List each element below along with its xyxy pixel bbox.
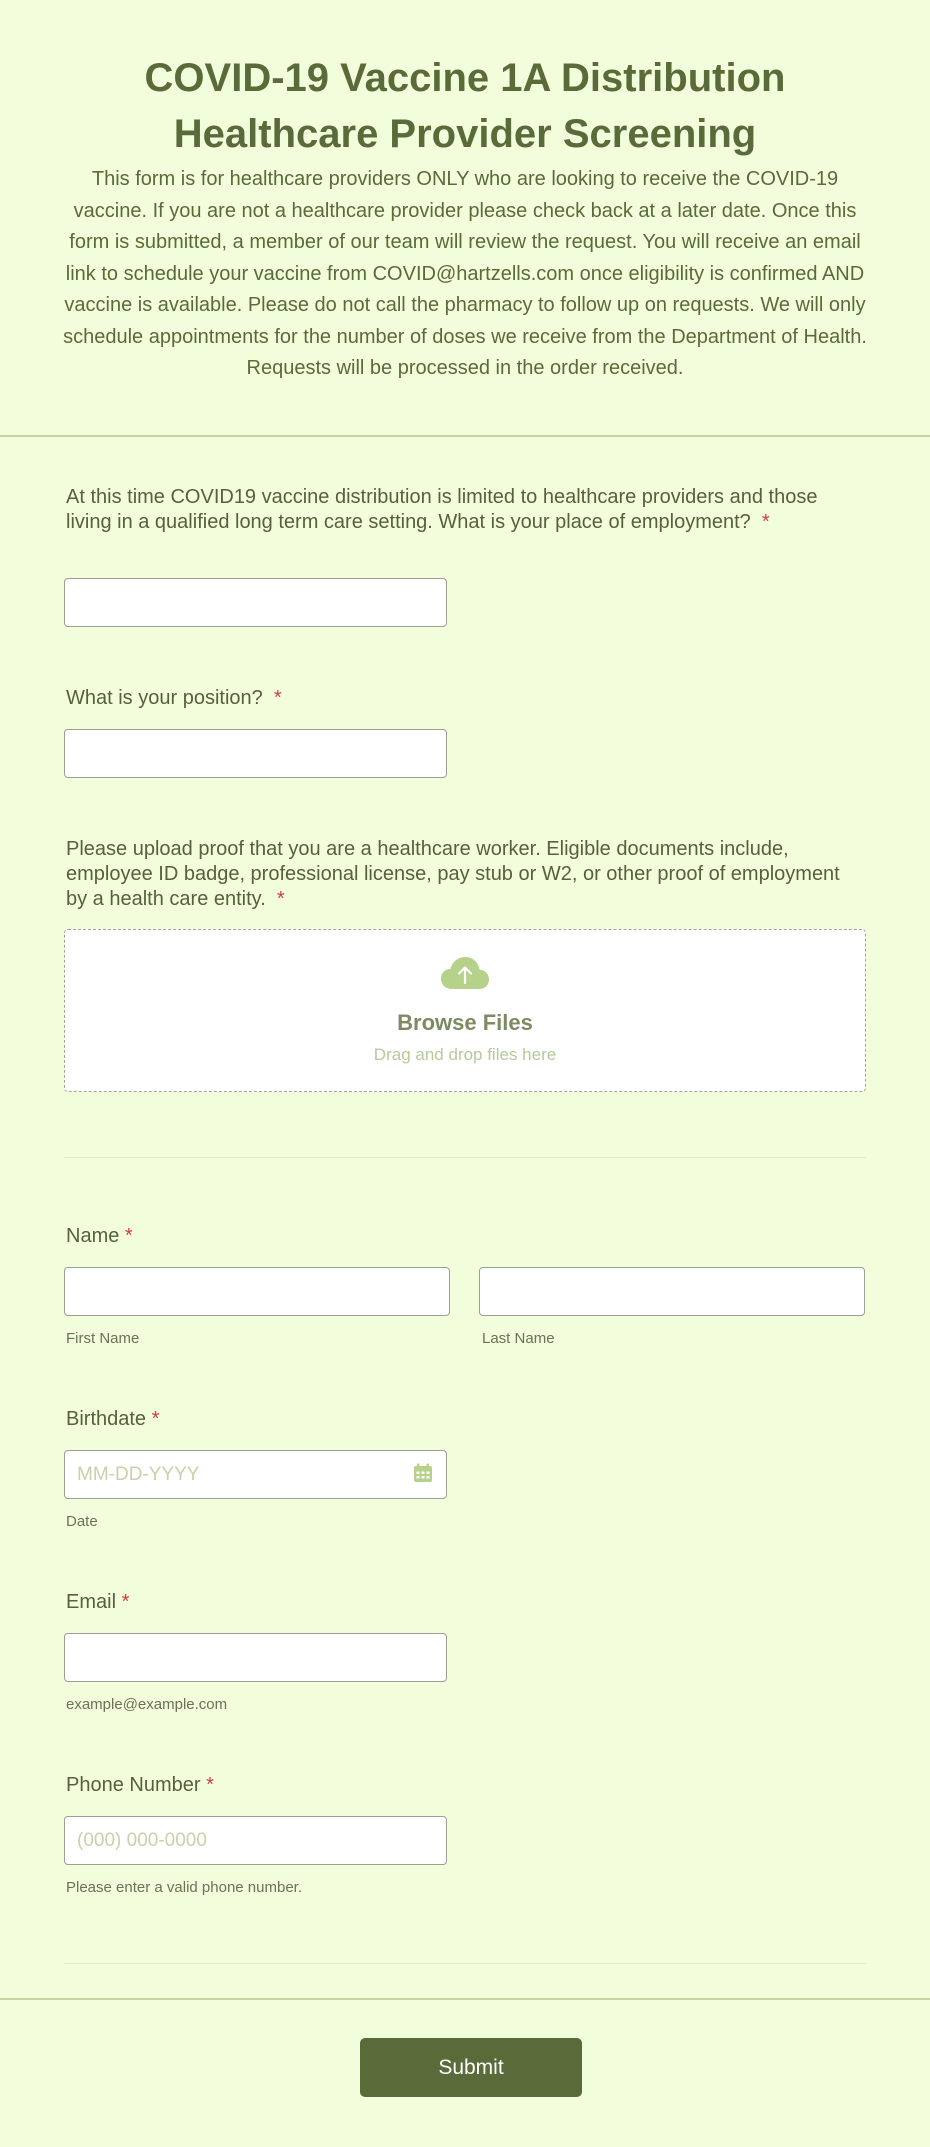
proof-upload-label: Please upload proof that you are a healt… — [66, 837, 866, 912]
required-mark: * — [206, 1774, 214, 1796]
last-name-sublabel: Last Name — [482, 1330, 555, 1347]
name-label-text: Name — [66, 1225, 120, 1247]
birthdate-sublabel: Date — [66, 1513, 98, 1530]
required-mark: * — [151, 1408, 160, 1430]
last-name-input[interactable] — [479, 1267, 865, 1316]
first-name-sublabel: First Name — [66, 1330, 140, 1347]
section-divider — [64, 1963, 866, 1964]
required-mark: * — [761, 511, 770, 533]
position-input[interactable] — [64, 729, 447, 778]
proof-upload-text: Please upload proof that you are a healt… — [66, 838, 840, 910]
birthdate-label-text: Birthdate — [66, 1408, 147, 1430]
form-description: This form is for healthcare providers ON… — [63, 168, 867, 379]
browse-files-button[interactable]: Browse Files — [65, 1010, 865, 1036]
first-name-input[interactable] — [64, 1267, 450, 1316]
email-label-text: Email — [66, 1591, 117, 1613]
required-mark: * — [124, 1225, 133, 1247]
email-input[interactable] — [64, 1633, 447, 1682]
form-header: COVID-19 Vaccine 1A Distribution Healthc… — [0, 0, 930, 437]
file-upload-dropzone[interactable]: Browse Files Drag and drop files here — [64, 929, 866, 1092]
phone-input[interactable] — [64, 1816, 447, 1865]
required-mark: * — [273, 687, 282, 709]
required-mark: * — [276, 888, 285, 910]
email-sublabel: example@example.com — [66, 1696, 228, 1713]
employment-question-text: At this time COVID19 vaccine distributio… — [66, 486, 818, 533]
phone-sublabel: Please enter a valid phone number. — [66, 1879, 302, 1896]
form-title: COVID-19 Vaccine 1A Distribution Healthc… — [144, 56, 786, 156]
birthdate-input[interactable] — [64, 1450, 447, 1499]
form-page: COVID-19 Vaccine 1A Distribution Healthc… — [0, 0, 930, 2147]
phone-label: Phone Number * — [66, 1773, 214, 1798]
cloud-upload-icon — [441, 957, 489, 989]
required-mark: * — [121, 1591, 130, 1613]
email-label: Email * — [66, 1590, 129, 1615]
position-label: What is your position? * — [66, 686, 282, 711]
submit-button[interactable]: Submit — [360, 2038, 582, 2097]
birthdate-label: Birthdate * — [66, 1407, 159, 1432]
employment-question-label: At this time COVID19 vaccine distributio… — [66, 485, 866, 535]
footer-divider — [0, 1998, 930, 2000]
phone-label-text: Phone Number — [66, 1774, 201, 1796]
employment-input[interactable] — [64, 578, 447, 627]
section-divider — [64, 1157, 866, 1158]
drag-drop-hint: Drag and drop files here — [373, 1045, 557, 1064]
calendar-icon[interactable] — [412, 1462, 434, 1484]
name-label: Name * — [66, 1224, 133, 1249]
position-label-text: What is your position? — [66, 687, 263, 709]
